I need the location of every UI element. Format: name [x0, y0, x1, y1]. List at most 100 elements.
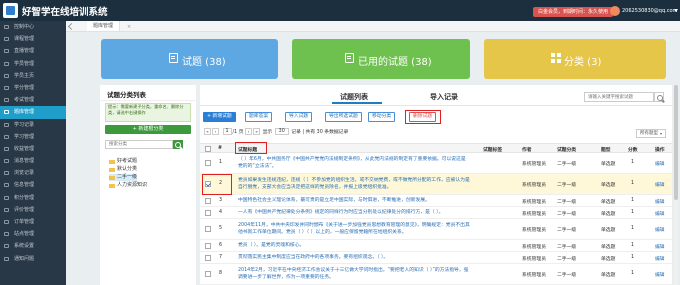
tree-item[interactable]: 好考试题	[109, 158, 137, 165]
answer-bank-button[interactable]: 题库答案	[245, 112, 273, 122]
tree-item[interactable]: 默认分类	[109, 166, 137, 173]
row-checkbox[interactable]	[205, 255, 211, 261]
table-row[interactable]: 2 党员如果发生违规违纪，违规（ ）不参加党的组织生活，或不交纳党费，或不做党所…	[200, 174, 672, 195]
question-title[interactable]: 中国特色社会主义理论体系，最可贵的是立足中国实际，与时俱进，不断推进，创新发展。	[238, 197, 470, 204]
question-title[interactable]: 一人有《中国共产党纪律处分条例》规定的同样行为时应当分别处以纪律处分的排行方，是…	[238, 209, 470, 216]
stat-card-categories[interactable]: 分类 (3)	[484, 39, 666, 79]
sidebar-item-label: 题库管理	[14, 109, 35, 116]
edit-link[interactable]: 编辑	[655, 226, 665, 233]
row-checkbox[interactable]	[205, 243, 211, 249]
edit-link[interactable]: 编辑	[655, 243, 665, 250]
add-question-button[interactable]: + 新增试题	[203, 112, 236, 122]
stat-card-used[interactable]: 已用的试题 (38)	[292, 39, 470, 79]
per-page-input[interactable]: 30	[274, 128, 289, 135]
table-row[interactable]: 1 （ ）年6月，中共国务厅《中国共产党党内法规制定条例》，从此党内法规的制定有…	[200, 153, 672, 174]
page-input[interactable]: 1	[222, 128, 232, 135]
row-checkbox[interactable]	[205, 226, 211, 232]
edit-link[interactable]: 编辑	[655, 160, 665, 167]
row-checkbox[interactable]	[205, 271, 211, 277]
sidebar-item[interactable]: 订单管理	[0, 216, 66, 228]
question-title[interactable]: 贯彻落实民主集中制度应当在政府中的各项事务。要有组织观念。（ ）。	[238, 254, 470, 261]
next-page-button[interactable]: ›	[245, 128, 253, 135]
table-row[interactable]: 4 一人有《中国共产党纪律处分条例》规定的同样行为时应当分别处以纪律处分的排行方…	[200, 207, 672, 219]
folder-icon	[109, 167, 115, 172]
sidebar-item[interactable]: 学员主页	[0, 70, 66, 82]
question-title[interactable]: 2004年11月，中共中央印发并同时颁布《关于进一步加强党员思想教育管理的意见》…	[238, 222, 470, 236]
question-search-button[interactable]	[654, 92, 664, 102]
question-title[interactable]: （ ）年6月，中共国务厅《中国共产党党内法规制定条例》，从此党内法规的制定有了重…	[238, 156, 470, 170]
sidebar-item[interactable]: 课程管理	[0, 33, 66, 45]
last-page-button[interactable]: »	[253, 128, 261, 135]
tree-item[interactable]: 人力资源知识	[109, 182, 147, 189]
move-category-button[interactable]: 移动分类	[368, 112, 396, 122]
sidebar-item[interactable]: 积分管理	[0, 192, 66, 204]
chevron-down-icon[interactable]	[674, 9, 678, 12]
question-title[interactable]: 2014年2月，习近平在中央经济工作会议关于十三亿做大学问时指出，“要把老人的知…	[238, 267, 470, 281]
category-search-input[interactable]	[106, 141, 178, 148]
scrollbar-thumb[interactable]	[674, 85, 678, 200]
sidebar-item[interactable]: 系统设置	[0, 240, 66, 252]
question-title[interactable]: 党员（ ）。是党的灵魂和核心。	[238, 242, 470, 249]
license-badge[interactable]: 白金会员，到期时间：永久使用	[533, 7, 614, 17]
sidebar-item[interactable]: 考试管理	[0, 94, 66, 106]
sidebar-item[interactable]: 信息管理	[0, 179, 66, 191]
edit-link[interactable]: 编辑	[655, 181, 665, 188]
sidebar-item[interactable]: 学习记录	[0, 119, 66, 131]
user-email[interactable]: 2062530830@qq.com	[622, 8, 677, 14]
table-row[interactable]: 3 中国特色社会主义理论体系，最可贵的是立足中国实际，与时俱进，不断推进，创新发…	[200, 195, 672, 207]
highlight-box	[405, 110, 441, 124]
app-title: 好智学在线培训系统	[22, 7, 108, 18]
question-score: 1	[631, 271, 635, 276]
sidebar-item[interactable]: 直播管理	[0, 45, 66, 57]
sidebar-item[interactable]: 学员管理	[0, 58, 66, 70]
user-avatar[interactable]	[610, 6, 620, 16]
sidebar-item-label: 评价管理	[14, 206, 35, 213]
import-question-button[interactable]: 导入试题	[285, 112, 313, 122]
chevron-left-icon[interactable]	[67, 22, 76, 31]
table-row[interactable]: 7 贯彻落实民主集中制度应当在政府中的各项事务。要有组织观念。（ ）。 系统管理…	[200, 252, 672, 264]
row-checkbox[interactable]	[205, 198, 211, 204]
export-selected-button[interactable]: 导出所选试题	[325, 112, 362, 122]
sidebar-item[interactable]: 浏览记录	[0, 167, 66, 179]
table-row[interactable]: 6 党员（ ）。是党的灵魂和核心。 系统管理员 二手一级 单选题 1 编辑	[200, 240, 672, 252]
sidebar-item-question-bank[interactable]: 题库管理	[0, 106, 66, 119]
sidebar-item[interactable]: 站点管理	[0, 228, 66, 240]
stat-used-label: 已用的试题 (38)	[358, 57, 432, 68]
tab-question-list[interactable]: 试题列表	[340, 92, 368, 102]
sidebar-item[interactable]: 学习管理	[0, 131, 66, 143]
table-row[interactable]: 8 2014年2月，习近平在中央经济工作会议关于十三亿做大学问时指出，“要把老人…	[200, 264, 672, 285]
select-all-checkbox[interactable]	[205, 145, 211, 152]
sidebar-item[interactable]: 控制中心	[0, 21, 66, 33]
category-search-button[interactable]	[173, 140, 183, 149]
sidebar-item-label: 浏览记录	[14, 170, 35, 177]
sidebar-item[interactable]: 评价管理	[0, 204, 66, 216]
scrollbar[interactable]	[674, 85, 678, 285]
sidebar-item-label: 收益管理	[14, 145, 35, 152]
table-row[interactable]: 5 2004年11月，中共中央印发并同时颁布《关于进一步加强党员思想教育管理的意…	[200, 219, 672, 240]
sidebar-item[interactable]: 收益管理	[0, 143, 66, 155]
edit-link[interactable]: 编辑	[655, 210, 665, 217]
new-root-category-button[interactable]: + 新建根分类	[105, 125, 191, 134]
question-title[interactable]: 党员如果发生违规违纪，违规（ ）不参加党的组织生活，或不交纳党费，或不做党所分配…	[238, 177, 470, 191]
tab-import-records[interactable]: 导入记录	[430, 92, 458, 102]
sidebar-item[interactable]: 消息管理	[0, 155, 66, 167]
edit-link[interactable]: 编辑	[655, 255, 665, 262]
stat-card-questions[interactable]: 试题 (38)	[101, 39, 278, 79]
tab-question-bank[interactable]: 题库管理	[87, 21, 121, 31]
sidebar-item[interactable]: 通知问题	[0, 253, 66, 265]
question-search-input[interactable]	[585, 93, 659, 101]
page-tab-bar: 题库管理 ×	[66, 21, 680, 32]
edit-link[interactable]: 编辑	[655, 271, 665, 278]
sidebar-item-label: 学员主页	[14, 72, 35, 79]
question-search[interactable]	[584, 92, 659, 102]
tree-item-selected[interactable]: 二手一级	[109, 174, 138, 181]
sidebar-item[interactable]: 学分管理	[0, 82, 66, 94]
close-icon[interactable]: ×	[127, 22, 131, 32]
first-page-button[interactable]: «	[204, 128, 211, 135]
edit-link[interactable]: 编辑	[655, 198, 665, 205]
question-type-select[interactable]: 所有题型	[636, 129, 666, 138]
category-search[interactable]	[105, 140, 178, 149]
row-checkbox[interactable]	[205, 210, 211, 216]
row-checkbox[interactable]	[205, 160, 211, 166]
prev-page-button[interactable]: ‹	[212, 128, 219, 135]
